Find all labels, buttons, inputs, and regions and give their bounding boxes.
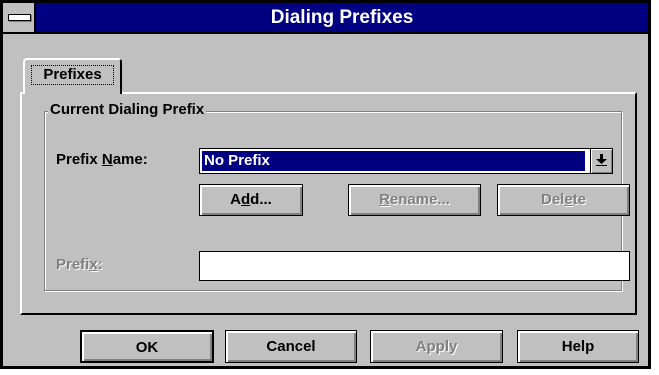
current-prefix-group: Current Dialing Prefix Prefix Name: No P… (44, 101, 630, 291)
add-button[interactable]: Add... (199, 184, 303, 216)
help-button[interactable]: Help (517, 330, 639, 363)
tab-prefixes[interactable]: Prefixes (23, 58, 122, 94)
tab-panel: Current Dialing Prefix Prefix Name: No P… (20, 92, 637, 315)
system-menu-bar (8, 14, 31, 21)
ok-button[interactable]: OK (80, 330, 214, 363)
title-bar[interactable]: Dialing Prefixes (3, 3, 648, 34)
prefix-name-label: Prefix Name: (56, 151, 148, 168)
group-label: Current Dialing Prefix (48, 101, 207, 118)
rename-button[interactable]: Rename... (348, 184, 481, 216)
prefix-name-combobox[interactable]: No Prefix (199, 148, 613, 174)
prefix-name-value: No Prefix (202, 151, 585, 171)
window-title: Dialing Prefixes (270, 7, 414, 28)
prefix-label: Prefix: (56, 256, 103, 273)
system-menu-icon[interactable] (3, 3, 36, 32)
delete-button[interactable]: Delete (497, 184, 630, 216)
apply-button[interactable]: Apply (370, 330, 503, 363)
dialog-window: Dialing Prefixes Prefixes Current Dialin… (0, 0, 651, 369)
cancel-button[interactable]: Cancel (225, 330, 357, 363)
prefix-input[interactable] (199, 251, 630, 281)
tab-prefixes-label: Prefixes (43, 66, 102, 83)
dropdown-arrow-icon[interactable] (590, 149, 612, 173)
